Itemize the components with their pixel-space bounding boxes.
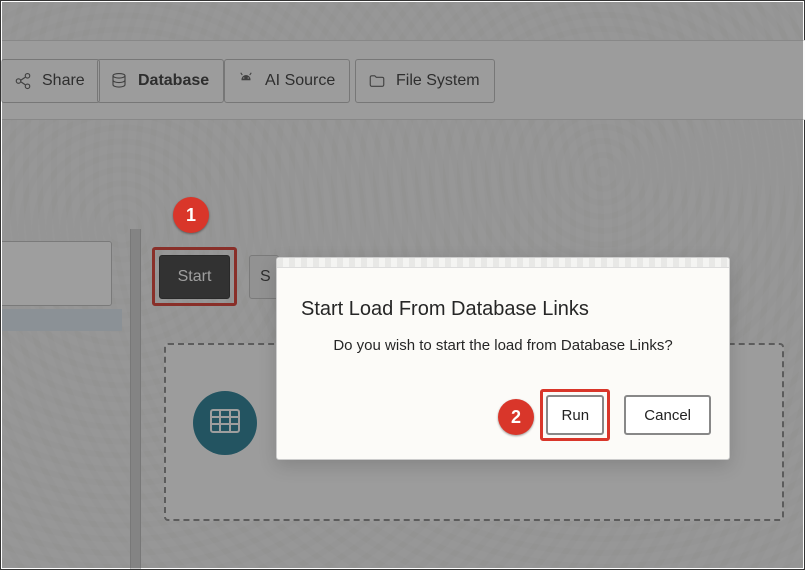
annotation-highlight-start: Start: [152, 247, 237, 306]
app-frame: Share Database AI Source File System S: [0, 0, 805, 570]
start-button[interactable]: Start: [159, 255, 230, 299]
toolbar-aisource-label: AI Source: [265, 72, 335, 90]
annotation-badge-2-label: 2: [511, 407, 521, 428]
annotation-badge-2: 2: [498, 399, 534, 435]
toolbar-filesystem-label: File System: [396, 72, 480, 90]
cancel-button-label: Cancel: [644, 407, 691, 424]
table-icon: [210, 409, 240, 438]
toolbar: Share Database AI Source File System: [2, 40, 805, 120]
dialog-title: Start Load From Database Links: [301, 298, 705, 321]
toolbar-database[interactable]: Database: [97, 59, 224, 103]
annotation-highlight-run: Run: [540, 389, 610, 441]
android-icon: [237, 72, 255, 90]
data-table-node[interactable]: [193, 391, 257, 455]
sidebar-box: [2, 241, 112, 306]
toolbar-aisource[interactable]: AI Source: [224, 59, 350, 103]
toolbar-filesystem[interactable]: File System: [355, 59, 495, 103]
secondary-button-peek[interactable]: S: [249, 255, 279, 299]
share-icon: [14, 72, 32, 90]
vertical-divider[interactable]: [130, 229, 141, 569]
dialog-body: Start Load From Database Links Do you wi…: [277, 268, 729, 354]
dialog-message: Do you wish to start the load from Datab…: [301, 337, 705, 354]
run-button-label: Run: [562, 407, 590, 424]
run-button[interactable]: Run: [546, 395, 604, 435]
sidebar-selected-stripe: [2, 309, 122, 331]
toolbar-share[interactable]: Share: [1, 59, 100, 103]
database-icon: [110, 72, 128, 90]
dialog-button-row: Run Cancel: [540, 389, 711, 441]
cancel-button[interactable]: Cancel: [624, 395, 711, 435]
toolbar-database-label: Database: [138, 72, 209, 90]
start-button-label: Start: [178, 268, 212, 286]
folder-icon: [368, 72, 386, 90]
secondary-button-label: S: [260, 268, 271, 286]
dialog-drag-handle[interactable]: [277, 258, 729, 268]
toolbar-share-label: Share: [42, 72, 85, 90]
annotation-badge-1: 1: [173, 197, 209, 233]
annotation-badge-1-label: 1: [186, 205, 196, 226]
